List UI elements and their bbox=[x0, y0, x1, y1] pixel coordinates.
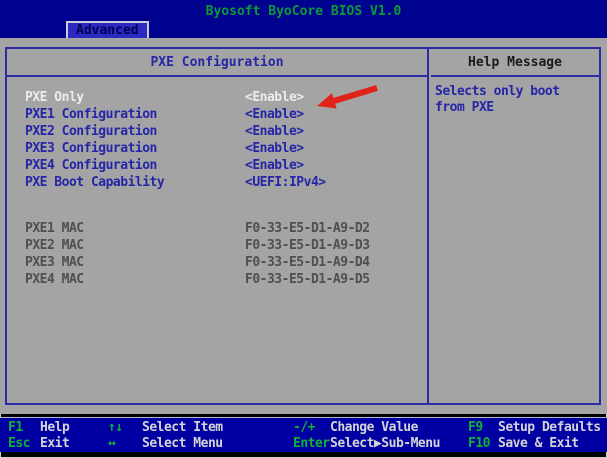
help-title: Help Message bbox=[431, 49, 599, 77]
key-f1: F1 bbox=[8, 421, 40, 435]
mac-address-list: PXE1 MAC F0-33-E5-D1-A9-D2 PXE2 MAC F0-3… bbox=[7, 220, 427, 288]
setting-row-pxe1-configuration[interactable]: PXE1 Configuration <Enable> bbox=[7, 106, 427, 123]
setting-value: <UEFI:IPv4> bbox=[245, 174, 326, 191]
titlebar: Byosoft ByoCore BIOS V1.0 Advanced bbox=[0, 0, 607, 38]
setting-label: PXE Only bbox=[25, 90, 84, 105]
help-pane: Help Message Selects only boot from PXE bbox=[431, 49, 599, 403]
key-enter: Enter bbox=[293, 437, 330, 451]
setting-label: PXE1 Configuration bbox=[25, 107, 157, 122]
page-title: PXE Configuration bbox=[7, 49, 427, 77]
setting-value: <Enable> bbox=[245, 89, 304, 106]
setting-row-pxe4-configuration[interactable]: PXE4 Configuration <Enable> bbox=[7, 157, 427, 174]
hint-setup-defaults: F9Setup Defaults bbox=[468, 421, 601, 435]
setting-row-pxe-boot-capability[interactable]: PXE Boot Capability <UEFI:IPv4> bbox=[7, 174, 427, 191]
main-panel: PXE Configuration PXE Only <Enable> PXE1… bbox=[5, 47, 601, 405]
info-label: PXE2 MAC bbox=[25, 238, 84, 253]
setup-screen: PXE Configuration PXE Only <Enable> PXE1… bbox=[0, 38, 607, 414]
setting-label: PXE4 Configuration bbox=[25, 158, 157, 173]
info-label: PXE1 MAC bbox=[25, 221, 84, 236]
setting-label: PXE Boot Capability bbox=[25, 175, 164, 190]
key-f10: F10 bbox=[468, 437, 498, 451]
setting-label: PXE2 Configuration bbox=[25, 124, 157, 139]
info-label: PXE4 MAC bbox=[25, 272, 84, 287]
info-value: F0-33-E5-D1-A9-D3 bbox=[245, 237, 370, 254]
info-row-pxe4-mac: PXE4 MAC F0-33-E5-D1-A9-D5 bbox=[7, 271, 427, 288]
tab-advanced[interactable]: Advanced bbox=[66, 21, 149, 38]
key-hint-bar: F1Help ↑↓Select Item -/+Change Value F9S… bbox=[0, 417, 607, 452]
tab-advanced-label: Advanced bbox=[76, 23, 139, 38]
setting-label: PXE3 Configuration bbox=[25, 141, 157, 156]
bios-version-title: Byosoft ByoCore BIOS V1.0 bbox=[0, 4, 607, 19]
key-leftright-arrows-icon: ↔ bbox=[108, 437, 142, 451]
setting-value: <Enable> bbox=[245, 106, 304, 123]
help-text: Selects only boot from PXE bbox=[431, 77, 599, 116]
info-row-pxe2-mac: PXE2 MAC F0-33-E5-D1-A9-D3 bbox=[7, 237, 427, 254]
key-minus-plus: -/+ bbox=[293, 421, 330, 435]
hint-select-menu: ↔Select Menu bbox=[108, 437, 223, 451]
setting-value: <Enable> bbox=[245, 157, 304, 174]
setting-value: <Enable> bbox=[245, 140, 304, 157]
hint-exit: EscExit bbox=[8, 437, 69, 451]
setting-row-pxe2-configuration[interactable]: PXE2 Configuration <Enable> bbox=[7, 123, 427, 140]
info-label: PXE3 MAC bbox=[25, 255, 84, 270]
hint-select-item: ↑↓Select Item bbox=[108, 421, 223, 435]
setting-row-pxe-only[interactable]: PXE Only <Enable> bbox=[7, 89, 427, 106]
bios-setup-window: Byosoft ByoCore BIOS V1.0 Advanced PXE C… bbox=[0, 0, 607, 458]
info-value: F0-33-E5-D1-A9-D4 bbox=[245, 254, 370, 271]
setting-row-pxe3-configuration[interactable]: PXE3 Configuration <Enable> bbox=[7, 140, 427, 157]
key-updown-arrows-icon: ↑↓ bbox=[108, 421, 142, 435]
settings-list: PXE Only <Enable> PXE1 Configuration <En… bbox=[7, 89, 427, 288]
info-value: F0-33-E5-D1-A9-D2 bbox=[245, 220, 370, 237]
info-row-pxe3-mac: PXE3 MAC F0-33-E5-D1-A9-D4 bbox=[7, 254, 427, 271]
hint-select-submenu: EnterSelect▶Sub-Menu bbox=[293, 437, 440, 451]
hint-change-value: -/+Change Value bbox=[293, 421, 418, 435]
info-value: F0-33-E5-D1-A9-D5 bbox=[245, 271, 370, 288]
settings-pane: PXE Configuration PXE Only <Enable> PXE1… bbox=[7, 49, 429, 403]
setting-value: <Enable> bbox=[245, 123, 304, 140]
key-esc: Esc bbox=[8, 437, 40, 451]
info-row-pxe1-mac: PXE1 MAC F0-33-E5-D1-A9-D2 bbox=[7, 220, 427, 237]
hint-save-exit: F10Save & Exit bbox=[468, 437, 579, 451]
key-f9: F9 bbox=[468, 421, 498, 435]
hint-help: F1Help bbox=[8, 421, 69, 435]
